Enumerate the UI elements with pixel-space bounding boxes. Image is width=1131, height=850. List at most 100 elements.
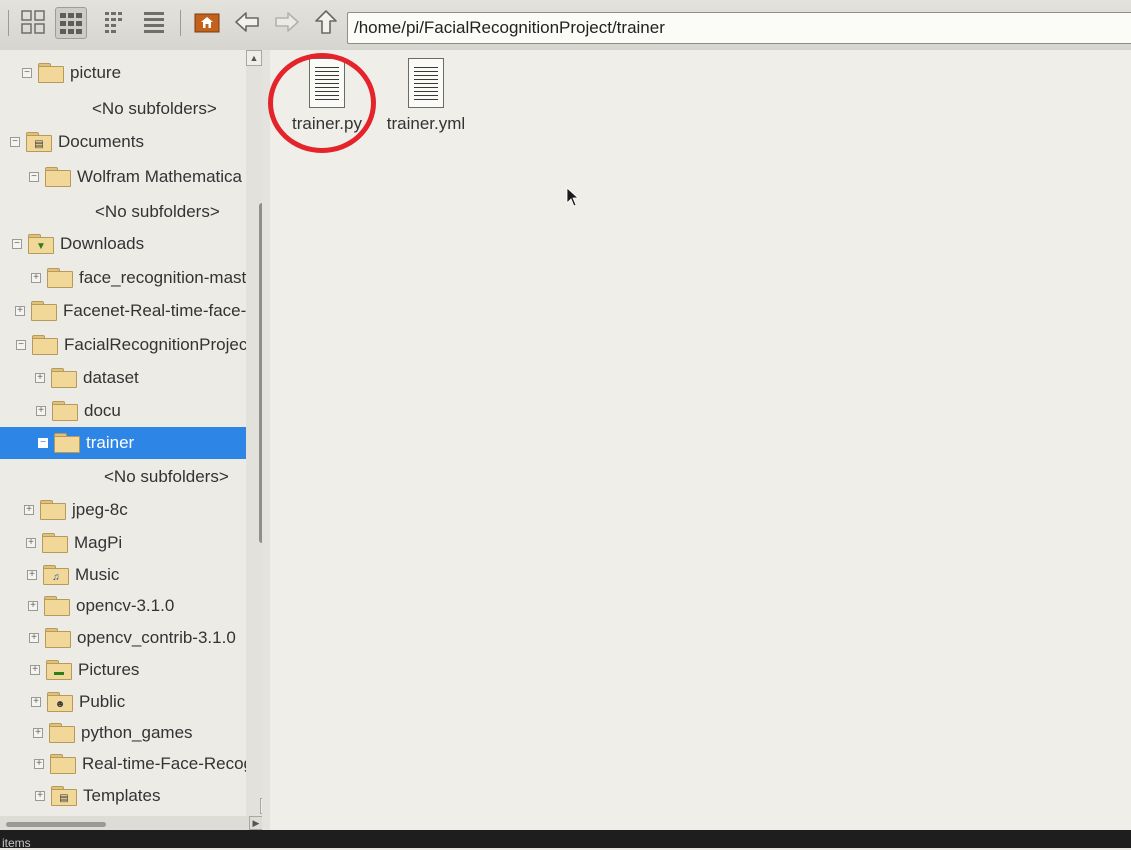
folder-icon (32, 335, 58, 355)
compact-view-button[interactable] (100, 7, 130, 37)
mouse-pointer-icon (566, 187, 580, 207)
tree-item-label: face_recognition-mast (79, 268, 247, 287)
arrow-right-icon (275, 12, 299, 32)
tree-item-label: MagPi (74, 533, 123, 552)
folder-icon (38, 63, 64, 83)
tree-item-real-time-face-recognition[interactable]: + Real-time-Face-Recogni (34, 751, 262, 777)
tree-item-label: Facenet-Real-time-face- (63, 301, 247, 320)
collapse-icon[interactable]: − (29, 172, 39, 182)
tree-item-wolfram-mathematica[interactable]: − Wolfram Mathematica (29, 164, 242, 190)
no-subfolders-label: <No subfolders> (104, 467, 229, 486)
tree-item-templates[interactable]: + ▤ Templates (35, 783, 160, 809)
tree-item-label: Documents (58, 132, 144, 151)
tree-item-trainer[interactable]: − trainer (0, 427, 256, 459)
tree-item-docu[interactable]: + docu (36, 398, 121, 424)
expand-icon[interactable]: + (35, 373, 45, 383)
tree-item-dataset[interactable]: + dataset (35, 365, 139, 391)
tree-item-label: Real-time-Face-Recogni (82, 754, 262, 773)
folder-icon (45, 628, 71, 648)
pane-splitter[interactable] (262, 50, 270, 830)
expand-icon[interactable]: + (29, 633, 39, 643)
collapse-icon[interactable]: − (38, 438, 48, 448)
sidebar-horizontal-scrollbar[interactable]: ▶ (0, 816, 263, 830)
file-item-trainer-yml[interactable]: trainer.yml (376, 58, 476, 134)
expand-icon[interactable]: + (27, 570, 37, 580)
tree-item-facial-recognition-project[interactable]: − FacialRecognitionProjec (16, 332, 247, 358)
file-view[interactable]: trainer.py trainer.yml (270, 50, 1131, 830)
icon-view-icon (21, 10, 45, 34)
sidebar-vertical-scrollbar[interactable]: ▲ ▼ (246, 50, 276, 820)
back-button[interactable] (232, 7, 262, 37)
tree-item-facenet[interactable]: + Facenet-Real-time-face- (15, 298, 246, 324)
expand-icon[interactable]: + (28, 601, 38, 611)
expand-icon[interactable]: + (15, 306, 25, 316)
address-bar[interactable] (347, 12, 1131, 44)
icon-view-button[interactable] (18, 7, 48, 37)
collapse-icon[interactable]: − (10, 137, 20, 147)
tree-item-opencv-contrib[interactable]: + opencv_contrib-3.1.0 (29, 625, 236, 651)
up-button[interactable] (311, 7, 341, 37)
tree-item-picture[interactable]: − picture (22, 60, 121, 86)
tree-item-face-recognition[interactable]: + face_recognition-mast (31, 265, 246, 291)
expand-icon[interactable]: + (35, 791, 45, 801)
folder-icon (50, 754, 76, 774)
tree-item-jpeg-8c[interactable]: + jpeg-8c (24, 497, 128, 523)
status-bar: items (0, 830, 1131, 850)
tree-item-magpi[interactable]: + MagPi (26, 530, 122, 556)
scroll-thumb[interactable] (6, 822, 106, 827)
tree-item-label: dataset (83, 368, 139, 387)
expand-icon[interactable]: + (24, 505, 34, 515)
tree-item-downloads[interactable]: − ▼ Downloads (12, 231, 144, 257)
arrow-up-icon (315, 10, 337, 34)
toolbar-separator (8, 10, 9, 36)
folder-icon (44, 596, 70, 616)
scroll-up-icon[interactable]: ▲ (246, 50, 262, 66)
tree-item-pictures[interactable]: + ▬ Pictures (30, 657, 139, 683)
downloads-folder-icon: ▼ (28, 234, 54, 254)
tree-item-public[interactable]: + ☻ Public (31, 689, 125, 715)
detail-view-button[interactable] (139, 7, 169, 37)
expand-icon[interactable]: + (26, 538, 36, 548)
expand-icon[interactable]: + (33, 728, 43, 738)
tree-item-label: opencv-3.1.0 (76, 596, 175, 615)
file-name: trainer.yml (386, 114, 466, 133)
tree-item-opencv[interactable]: + opencv-3.1.0 (28, 593, 174, 619)
toolbar (0, 0, 1131, 51)
music-folder-icon: ♫ (43, 565, 69, 585)
expand-icon[interactable]: + (36, 406, 46, 416)
expand-icon[interactable]: + (31, 697, 41, 707)
forward-button[interactable] (272, 7, 302, 37)
tree-item-label: opencv_contrib-3.1.0 (77, 628, 236, 647)
compact-view-icon (105, 12, 122, 33)
folder-icon (54, 433, 80, 453)
tree-item-documents[interactable]: − ▤ Documents (10, 129, 144, 155)
tree-item-label: Music (75, 565, 120, 584)
pictures-folder-icon: ▬ (46, 660, 72, 680)
tree-item-label: Pictures (78, 660, 140, 679)
folder-icon (49, 723, 75, 743)
no-subfolders-label: <No subfolders> (92, 99, 217, 118)
tree-item-label: python_games (81, 723, 193, 742)
home-button[interactable] (192, 7, 222, 37)
tree-item-python-games[interactable]: + python_games (33, 720, 193, 746)
collapse-icon[interactable]: − (16, 340, 26, 350)
folder-icon (51, 368, 77, 388)
expand-icon[interactable]: + (34, 759, 44, 769)
text-file-icon (408, 58, 444, 108)
tree-item-label: Downloads (60, 234, 145, 253)
expand-icon[interactable]: + (31, 273, 41, 283)
thumbnail-view-button[interactable] (55, 7, 87, 39)
folder-icon (40, 500, 66, 520)
no-subfolders-label: <No subfolders> (95, 202, 220, 221)
folder-icon (31, 301, 57, 321)
tree-item-label: FacialRecognitionProjec (64, 335, 248, 354)
collapse-icon[interactable]: − (22, 68, 32, 78)
detail-view-icon (144, 12, 164, 33)
tree-item-label: trainer (86, 433, 135, 452)
thumbnail-view-icon (60, 13, 82, 34)
tree-item-music[interactable]: + ♫ Music (27, 562, 119, 588)
folder-icon (42, 533, 68, 553)
collapse-icon[interactable]: − (12, 239, 22, 249)
scroll-right-icon[interactable]: ▶ (249, 816, 263, 830)
expand-icon[interactable]: + (30, 665, 40, 675)
